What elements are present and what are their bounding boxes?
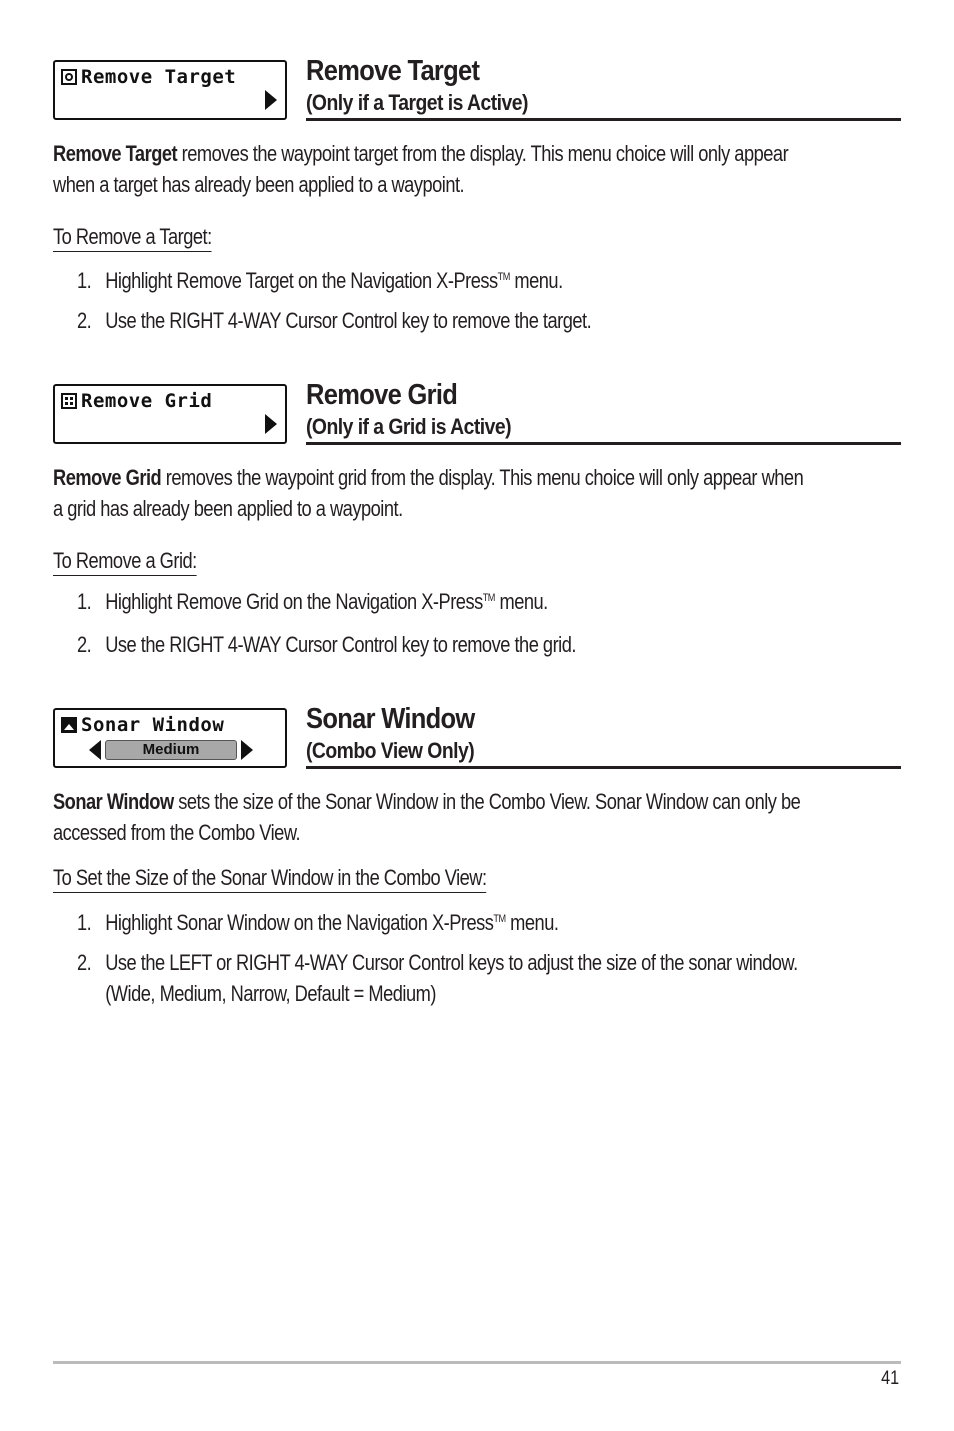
procedure-step: 1. Highlight Remove Target on the Navigat… bbox=[77, 268, 563, 293]
footer-divider bbox=[53, 1361, 901, 1364]
menu-item-label: Remove Grid bbox=[81, 390, 213, 412]
grid-icon bbox=[61, 393, 77, 409]
procedure-title: To Remove a Grid: bbox=[53, 547, 197, 576]
right-arrow-icon[interactable] bbox=[265, 90, 277, 110]
page-number: 41 bbox=[881, 1368, 899, 1389]
section-subtitle: (Combo View Only) bbox=[306, 738, 475, 763]
remove-target-menu-item[interactable]: Remove Target bbox=[53, 60, 287, 120]
section-description: Remove Target removes the waypoint targe… bbox=[53, 141, 789, 197]
procedure-step: 1. Highlight Sonar Window on the Navigati… bbox=[77, 910, 559, 935]
procedure-step: 2. Use the LEFT or RIGHT 4-WAY Cursor Con… bbox=[77, 950, 798, 1006]
menu-item-label: Remove Target bbox=[81, 66, 237, 88]
procedure-step: 2. Use the RIGHT 4-WAY Cursor Control key… bbox=[77, 632, 576, 657]
section-subtitle: (Only if a Target is Active) bbox=[306, 90, 528, 115]
section-description: Sonar Window sets the size of the Sonar … bbox=[53, 789, 801, 845]
section-heading: Remove Target (Only if a Target is Activ… bbox=[306, 54, 901, 121]
right-arrow-icon[interactable] bbox=[265, 414, 277, 434]
section-title: Sonar Window bbox=[306, 703, 475, 735]
procedure-step: 1. Highlight Remove Grid on the Navigatio… bbox=[77, 589, 548, 614]
sonar-picture-icon bbox=[61, 717, 77, 733]
sonar-window-selector[interactable]: Medium bbox=[89, 740, 253, 760]
sonar-window-menu-item[interactable]: Sonar Window Medium bbox=[53, 708, 287, 768]
menu-item-label: Sonar Window bbox=[81, 714, 225, 736]
section-title: Remove Grid bbox=[306, 379, 458, 411]
target-icon bbox=[61, 69, 77, 85]
section-heading: Remove Grid (Only if a Grid is Active) bbox=[306, 378, 901, 445]
sonar-window-value: Medium bbox=[105, 740, 237, 760]
section-subtitle: (Only if a Grid is Active) bbox=[306, 414, 512, 439]
section-description: Remove Grid removes the waypoint grid fr… bbox=[53, 465, 804, 521]
remove-grid-menu-item[interactable]: Remove Grid bbox=[53, 384, 287, 444]
right-arrow-icon[interactable] bbox=[241, 740, 253, 760]
left-arrow-icon[interactable] bbox=[89, 740, 101, 760]
section-heading: Sonar Window (Combo View Only) bbox=[306, 702, 901, 769]
procedure-title: To Remove a Target: bbox=[53, 223, 212, 252]
procedure-step: 2. Use the RIGHT 4-WAY Cursor Control key… bbox=[77, 308, 592, 333]
procedure-title: To Set the Size of the Sonar Window in t… bbox=[53, 864, 487, 893]
section-title: Remove Target bbox=[306, 55, 480, 87]
